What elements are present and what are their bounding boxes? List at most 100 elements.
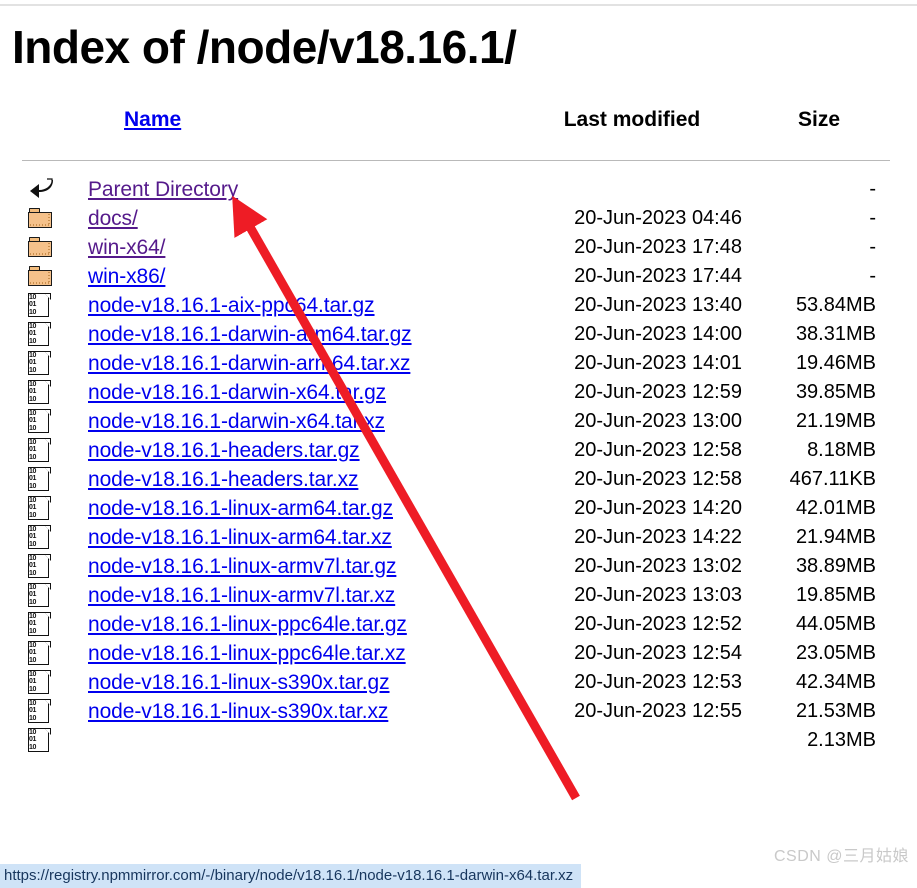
file-link[interactable]: node-v18.16.1-darwin-x64.tar.gz [88, 381, 386, 404]
table-row: 10 01 10 node-v18.16.1-linux-armv7l.tar.gz 2… [22, 552, 890, 581]
row-name-cell: node-v18.16.1-aix-ppc64.tar.gz [78, 291, 516, 320]
table-row: 10 01 10 node-v18.16.1-linux-s390x.tar.xz 20… [22, 697, 890, 726]
row-name-cell: win-x64/ [78, 233, 516, 262]
row-name-cell: node-v18.16.1-linux-armv7l.tar.gz [78, 552, 516, 581]
row-icon-cell: 10 01 10 [22, 697, 78, 726]
row-last-modified: 20-Jun-2023 04:46 [574, 207, 742, 229]
file-link[interactable]: win-x64/ [88, 236, 166, 259]
row-name-cell: Parent Directory [78, 175, 516, 204]
row-last-modified: 20-Jun-2023 12:58 [574, 439, 742, 461]
binary-file-icon: 10 01 10 [28, 612, 51, 637]
file-link[interactable]: node-v18.16.1-linux-ppc64le.tar.xz [88, 642, 406, 665]
row-last-modified: 20-Jun-2023 14:22 [574, 526, 742, 548]
binary-file-icon: 10 01 10 [28, 554, 51, 579]
table-row: 10 01 10 node-v18.16.1-darwin-arm64.tar.xz 2… [22, 349, 890, 378]
row-last-modified: 20-Jun-2023 14:20 [574, 497, 742, 519]
row-icon-cell: 10 01 10 [22, 552, 78, 581]
table-header-row: Name Last modified Size [22, 108, 890, 146]
file-link[interactable]: node-v18.16.1-aix-ppc64.tar.gz [88, 294, 375, 317]
row-last-modified: 20-Jun-2023 14:01 [574, 352, 742, 374]
binary-file-icon: 10 01 10 [28, 670, 51, 695]
row-size: - [869, 265, 876, 287]
file-link[interactable]: Parent Directory [88, 178, 238, 201]
row-name-cell: node-v18.16.1-linux-arm64.tar.gz [78, 494, 516, 523]
table-row: Parent Directory - [22, 175, 890, 204]
row-size: 38.89MB [795, 555, 876, 577]
binary-file-icon: 10 01 10 [28, 380, 51, 405]
table-row: 10 01 10 node-v18.16.1-darwin-x64.tar.xz 20-… [22, 407, 890, 436]
header-icon-column [22, 108, 78, 146]
file-link[interactable]: node-v18.16.1-linux-ppc64le.tar.gz [88, 613, 407, 636]
row-name-cell: node-v18.16.1-headers.tar.xz [78, 465, 516, 494]
csdn-watermark: CSDN @三月姑娘 [773, 848, 909, 865]
row-last-modified: 20-Jun-2023 12:53 [574, 671, 742, 693]
file-link[interactable]: node-v18.16.1-linux-arm64.tar.gz [88, 497, 393, 520]
file-link[interactable]: node-v18.16.1-linux-armv7l.tar.xz [88, 584, 395, 607]
binary-file-icon: 10 01 10 [28, 409, 51, 434]
row-size: 39.85MB [795, 381, 876, 403]
row-name-cell: node-v18.16.1-darwin-arm64.tar.gz [78, 320, 516, 349]
row-last-modified: 20-Jun-2023 13:00 [574, 410, 742, 432]
row-icon-cell: 10 01 10 [22, 378, 78, 407]
binary-file-icon: 10 01 10 [28, 699, 51, 724]
row-size: 21.53MB [795, 700, 876, 722]
file-link[interactable]: docs/ [88, 207, 138, 230]
file-link[interactable]: node-v18.16.1-darwin-arm64.tar.gz [88, 323, 412, 346]
row-size: - [869, 236, 876, 258]
row-last-modified: 20-Jun-2023 12:58 [574, 468, 742, 490]
file-link[interactable]: node-v18.16.1-headers.tar.xz [88, 468, 358, 491]
row-icon-cell: 10 01 10 [22, 349, 78, 378]
folder-icon [28, 237, 53, 258]
file-link[interactable]: node-v18.16.1-headers.tar.gz [88, 439, 360, 462]
row-last-modified: 20-Jun-2023 12:52 [574, 613, 742, 635]
row-last-modified: 20-Jun-2023 17:48 [574, 236, 742, 258]
row-icon-cell: 10 01 10 [22, 465, 78, 494]
table-row: 10 01 10 node-v18.16.1-darwin-arm64.tar.gz 2… [22, 320, 890, 349]
row-last-modified: 20-Jun-2023 12:54 [574, 642, 742, 664]
row-icon-cell [22, 262, 78, 291]
row-last-modified: 20-Jun-2023 13:03 [574, 584, 742, 606]
row-icon-cell [22, 204, 78, 233]
table-row-clipped: 10 01 10 2.13MB [22, 726, 890, 755]
file-link[interactable]: node-v18.16.1-darwin-x64.tar.xz [88, 410, 385, 433]
row-last-modified: 20-Jun-2023 12:59 [574, 381, 742, 403]
file-link[interactable]: node-v18.16.1-linux-s390x.tar.gz [88, 671, 390, 694]
table-row: 10 01 10 node-v18.16.1-headers.tar.xz 20-Jun… [22, 465, 890, 494]
binary-file-icon: 10 01 10 [28, 438, 51, 463]
row-icon-cell: 10 01 10 [22, 726, 78, 755]
binary-file-icon: 10 01 10 [28, 322, 51, 347]
row-size: 42.01MB [795, 497, 876, 519]
file-link[interactable]: node-v18.16.1-linux-arm64.tar.xz [88, 526, 392, 549]
row-name-cell: node-v18.16.1-linux-ppc64le.tar.xz [78, 639, 516, 668]
row-size: 21.94MB [795, 526, 876, 548]
binary-file-icon: 10 01 10 [28, 641, 51, 666]
binary-file-icon: 10 01 10 [28, 525, 51, 550]
row-name-cell: node-v18.16.1-linux-armv7l.tar.xz [78, 581, 516, 610]
row-icon-cell: 10 01 10 [22, 494, 78, 523]
row-last-modified: 20-Jun-2023 12:55 [574, 700, 742, 722]
binary-file-icon: 10 01 10 [28, 293, 51, 318]
row-size: 19.85MB [795, 584, 876, 606]
row-size: - [869, 207, 876, 229]
sort-by-name-link[interactable]: Name [124, 108, 181, 131]
header-last-modified: Last modified [563, 108, 701, 131]
row-name-cell: node-v18.16.1-linux-s390x.tar.xz [78, 697, 516, 726]
row-size: 467.11KB [789, 468, 876, 490]
row-last-modified: 20-Jun-2023 14:00 [574, 323, 742, 345]
row-size: 19.46MB [795, 352, 876, 374]
header-name: Name [78, 108, 516, 146]
table-row: win-x64/20-Jun-2023 17:48 - [22, 233, 890, 262]
file-link[interactable]: node-v18.16.1-linux-s390x.tar.xz [88, 700, 388, 723]
table-row: 10 01 10 node-v18.16.1-linux-ppc64le.tar.xz… [22, 639, 890, 668]
row-icon-cell: 10 01 10 [22, 407, 78, 436]
row-icon-cell: 10 01 10 [22, 523, 78, 552]
row-name-cell [78, 726, 516, 755]
file-link[interactable]: win-x86/ [88, 265, 166, 288]
file-link[interactable]: node-v18.16.1-linux-armv7l.tar.gz [88, 555, 396, 578]
folder-icon [28, 208, 53, 229]
row-size: 2.13MB [807, 729, 876, 751]
table-row: 10 01 10 node-v18.16.1-linux-armv7l.tar.xz 2… [22, 581, 890, 610]
file-link[interactable]: node-v18.16.1-darwin-arm64.tar.xz [88, 352, 410, 375]
row-last-modified [516, 175, 748, 204]
row-icon-cell: 10 01 10 [22, 581, 78, 610]
